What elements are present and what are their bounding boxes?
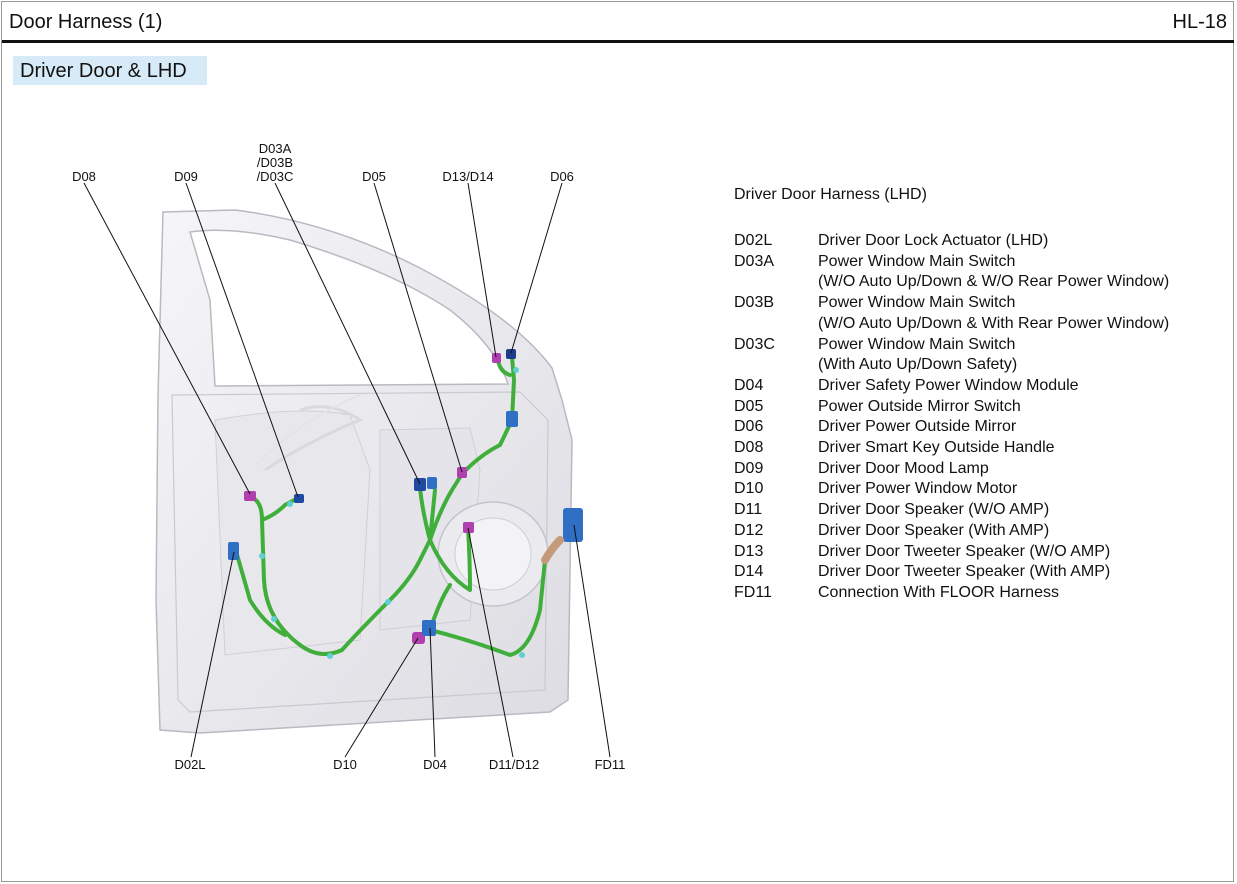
legend-code: D06	[734, 418, 764, 436]
legend-item: FD11 Connection With FLOOR Harness	[734, 583, 1169, 604]
connector-d04	[422, 620, 436, 636]
legend-code: D03C	[734, 335, 775, 353]
callout-d02l: D02L	[174, 757, 205, 772]
connector-mirror-block	[506, 411, 518, 427]
connector-d09	[294, 494, 304, 503]
legend-desc: Power Outside Mirror Switch	[818, 397, 1021, 415]
legend-code: D03B	[734, 294, 775, 312]
legend-desc: Driver Door Tweeter Speaker (With AMP)	[818, 563, 1111, 581]
legend-desc: Driver Door Lock Actuator (LHD)	[818, 232, 1049, 249]
legend-desc: Power Window Main Switch (W/O Auto Up/Do…	[818, 252, 1170, 291]
legend-desc: Driver Power Window Motor	[818, 480, 1018, 498]
connector-d05	[457, 467, 467, 478]
legend-title: Driver Door Harness (LHD)	[734, 186, 927, 203]
callout-fd11: FD11	[595, 757, 626, 772]
legend-item: D02L Driver Door Lock Actuator (LHD)	[734, 231, 1169, 252]
legend-desc: Power Window Main Switch (W/O Auto Up/Do…	[818, 294, 1170, 332]
callout-d04: D04	[423, 757, 447, 772]
callout-d10: D10	[333, 757, 357, 772]
legend-item: D13 Driver Door Tweeter Speaker (W/O AMP…	[734, 542, 1169, 563]
callout-d03-line3: /D03C	[257, 169, 294, 184]
legend-code: D04	[734, 376, 764, 394]
legend-item: D06 Driver Power Outside Mirror	[734, 417, 1169, 438]
connector-d13-d14	[492, 353, 501, 363]
legend-list: D02L Driver Door Lock Actuator (LHD) D03…	[734, 231, 1169, 604]
legend-code: D13	[734, 542, 764, 560]
callout-d11-d12: D11/D12	[489, 757, 539, 772]
callout-d03-line1: D03A	[259, 141, 292, 156]
legend-item: D03A Power Window Main Switch (W/O Auto …	[734, 252, 1169, 293]
legend-code: D03A	[734, 252, 775, 270]
legend-code: D12	[734, 521, 764, 539]
legend-item: D08 Driver Smart Key Outside Handle	[734, 438, 1169, 459]
legend-code: D08	[734, 439, 764, 457]
legend-desc: Driver Smart Key Outside Handle	[818, 439, 1055, 457]
legend-item: D03B Power Window Main Switch (W/O Auto …	[734, 293, 1169, 334]
legend-item: D12 Driver Door Speaker (With AMP)	[734, 521, 1169, 542]
connector-d02l	[228, 542, 239, 560]
legend-item: D09 Driver Door Mood Lamp	[734, 459, 1169, 480]
connector-d06	[506, 349, 516, 359]
legend-item: D05 Power Outside Mirror Switch	[734, 397, 1169, 418]
callout-d13-d14: D13/D14	[442, 169, 493, 184]
legend-code: D02L	[734, 232, 773, 249]
legend-code: D10	[734, 480, 764, 498]
legend-desc: Driver Power Outside Mirror	[818, 418, 1017, 436]
callout-d03-line2: /D03B	[257, 155, 293, 170]
legend-item: D03C Power Window Main Switch (With Auto…	[734, 335, 1169, 376]
legend-desc: Driver Safety Power Window Module	[818, 376, 1079, 394]
legend-code: D05	[734, 397, 764, 415]
legend-desc: Driver Door Speaker (W/O AMP)	[818, 501, 1050, 519]
legend-desc: Driver Door Speaker (With AMP)	[818, 521, 1050, 539]
legend-code: D09	[734, 459, 764, 477]
callout-d06: D06	[550, 169, 574, 184]
legend-code: D14	[734, 563, 764, 581]
legend-desc: Connection With FLOOR Harness	[818, 583, 1059, 601]
connector-d08	[244, 491, 256, 501]
callout-d09: D09	[174, 169, 198, 184]
legend-code: FD11	[734, 583, 772, 601]
legend-item: D14 Driver Door Tweeter Speaker (With AM…	[734, 562, 1169, 583]
callout-d08: D08	[72, 169, 96, 184]
legend-item: D11 Driver Door Speaker (W/O AMP)	[734, 500, 1169, 521]
legend-item: D04 Driver Safety Power Window Module	[734, 376, 1169, 397]
legend-desc: Power Window Main Switch (With Auto Up/D…	[818, 335, 1018, 374]
legend-item: D10 Driver Power Window Motor	[734, 479, 1169, 500]
legend-code: D11	[734, 501, 763, 519]
callout-d05: D05	[362, 169, 386, 184]
legend-desc: Driver Door Mood Lamp	[818, 459, 989, 477]
legend-desc: Driver Door Tweeter Speaker (W/O AMP)	[818, 542, 1111, 560]
